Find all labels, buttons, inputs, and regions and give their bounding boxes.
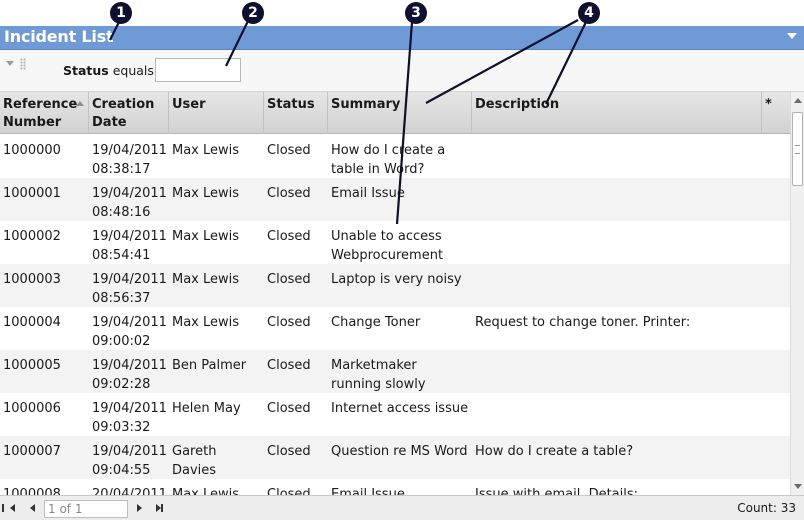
cell-description [472, 350, 762, 362]
table-row[interactable]: 1000006 19/04/2011 09:03:32 Helen May Cl… [0, 393, 790, 436]
cell-reference: 1000002 [3, 229, 61, 244]
status-filter-label: Status equals: [63, 63, 159, 78]
cell-status: Closed [267, 358, 311, 373]
cell-status: Closed [267, 444, 311, 459]
cell-description [472, 221, 762, 233]
cell-user: Max Lewis [172, 315, 240, 330]
cell-status: Closed [267, 186, 311, 201]
status-filter-input[interactable] [155, 58, 241, 82]
column-header-user[interactable]: User [169, 92, 264, 134]
cell-summary: Email Issue [331, 186, 405, 201]
scroll-up-icon[interactable] [794, 98, 802, 103]
sort-ascending-icon [76, 101, 84, 106]
table-row[interactable]: 1000002 19/04/2011 08:54:41 Max Lewis Cl… [0, 221, 790, 264]
table-row[interactable]: 1000007 19/04/2011 09:04:55 Gareth Davie… [0, 436, 790, 479]
cell-status: Closed [267, 229, 311, 244]
column-header-extra[interactable]: * [762, 92, 790, 134]
panel-title: Incident List [4, 27, 114, 46]
cell-status: Closed [267, 487, 311, 495]
column-header-label: Summary [331, 97, 401, 112]
column-header-label: Reference Number [3, 97, 78, 130]
cell-user: Max Lewis [172, 272, 240, 287]
cell-description [472, 264, 762, 276]
collapse-arrow-icon[interactable] [787, 33, 797, 39]
cell-summary: Question re MS Word [331, 444, 468, 459]
callout-marker-4: 4 [578, 2, 600, 24]
filter-toolbar: Status equals: [0, 50, 804, 92]
cell-reference: 1000007 [3, 444, 61, 459]
incident-grid: Reference Number Creation Date User Stat… [0, 92, 790, 495]
cell-status: Closed [267, 143, 311, 158]
cell-reference: 1000003 [3, 272, 61, 287]
toolbar-menu-arrow-icon[interactable] [6, 61, 14, 66]
cell-status: Closed [267, 401, 311, 416]
cell-reference: 1000006 [3, 401, 61, 416]
cell-reference: 1000000 [3, 143, 61, 158]
table-row[interactable]: 1000005 19/04/2011 09:02:28 Ben Palmer C… [0, 350, 790, 393]
column-header-label: Creation Date [92, 97, 155, 130]
cell-summary: Internet access issue [331, 401, 469, 416]
table-row[interactable]: 1000001 19/04/2011 08:48:16 Max Lewis Cl… [0, 178, 790, 221]
cell-description: Issue with email. Details: [475, 487, 639, 495]
callout-marker-1: 1 [110, 2, 132, 24]
cell-creation-date: 20/04/2011 08:10:00 [92, 487, 167, 495]
cell-description: How do I create a table? [475, 444, 634, 459]
column-header-reference-number[interactable]: Reference Number [0, 92, 89, 134]
cell-user: Ben Palmer [172, 358, 247, 373]
cell-reference: 1000005 [3, 358, 61, 373]
vertical-scrollbar[interactable] [790, 92, 804, 495]
cell-user: Max Lewis [172, 487, 240, 495]
record-count: Count: 33 [737, 501, 796, 515]
cell-description [472, 178, 762, 190]
column-header-label: * [765, 97, 772, 112]
scroll-down-icon[interactable] [794, 484, 802, 489]
next-page-icon[interactable] [137, 504, 142, 512]
grid-header: Reference Number Creation Date User Stat… [0, 92, 790, 134]
column-header-summary[interactable]: Summary [328, 92, 472, 134]
drag-grip-icon[interactable] [20, 58, 26, 70]
cell-summary: Laptop is very noisy [331, 272, 462, 287]
last-page-icon[interactable] [156, 504, 163, 512]
cell-summary: Email Issue [331, 487, 405, 495]
cell-description: Request to change toner. Printer: [475, 315, 691, 330]
column-header-status[interactable]: Status [264, 92, 328, 134]
page-number-input[interactable] [44, 500, 128, 518]
column-header-label: Description [475, 97, 560, 112]
table-row[interactable]: 1000008 20/04/2011 08:10:00 Max Lewis Cl… [0, 479, 790, 495]
previous-page-icon[interactable] [30, 504, 35, 512]
column-header-creation-date[interactable]: Creation Date [89, 92, 169, 134]
cell-reference: 1000004 [3, 315, 61, 330]
panel-title-bar: Incident List [0, 26, 804, 50]
cell-description [472, 393, 762, 405]
cell-status: Closed [267, 315, 311, 330]
cell-user: Max Lewis [172, 143, 240, 158]
cell-user: Helen May [172, 401, 241, 416]
scrollbar-thumb[interactable] [792, 112, 803, 186]
cell-status: Closed [267, 272, 311, 287]
cell-reference: 1000001 [3, 186, 61, 201]
cell-user: Max Lewis [172, 186, 240, 201]
first-page-icon[interactable] [2, 504, 15, 512]
table-row[interactable]: 1000004 19/04/2011 09:00:02 Max Lewis Cl… [0, 307, 790, 350]
paging-toolbar: Count: 33 [0, 495, 804, 520]
column-header-label: User [172, 97, 206, 112]
table-row[interactable]: 1000003 19/04/2011 08:56:37 Max Lewis Cl… [0, 264, 790, 307]
cell-description [472, 135, 762, 147]
column-header-description[interactable]: Description [472, 92, 762, 134]
callout-marker-3: 3 [405, 2, 427, 24]
cell-reference: 1000008 [3, 487, 61, 495]
cell-user: Max Lewis [172, 229, 240, 244]
table-row[interactable]: 1000000 19/04/2011 08:38:17 Max Lewis Cl… [0, 135, 790, 178]
column-header-label: Status [267, 97, 315, 112]
callout-marker-2: 2 [242, 2, 264, 24]
cell-summary: Change Toner [331, 315, 421, 330]
